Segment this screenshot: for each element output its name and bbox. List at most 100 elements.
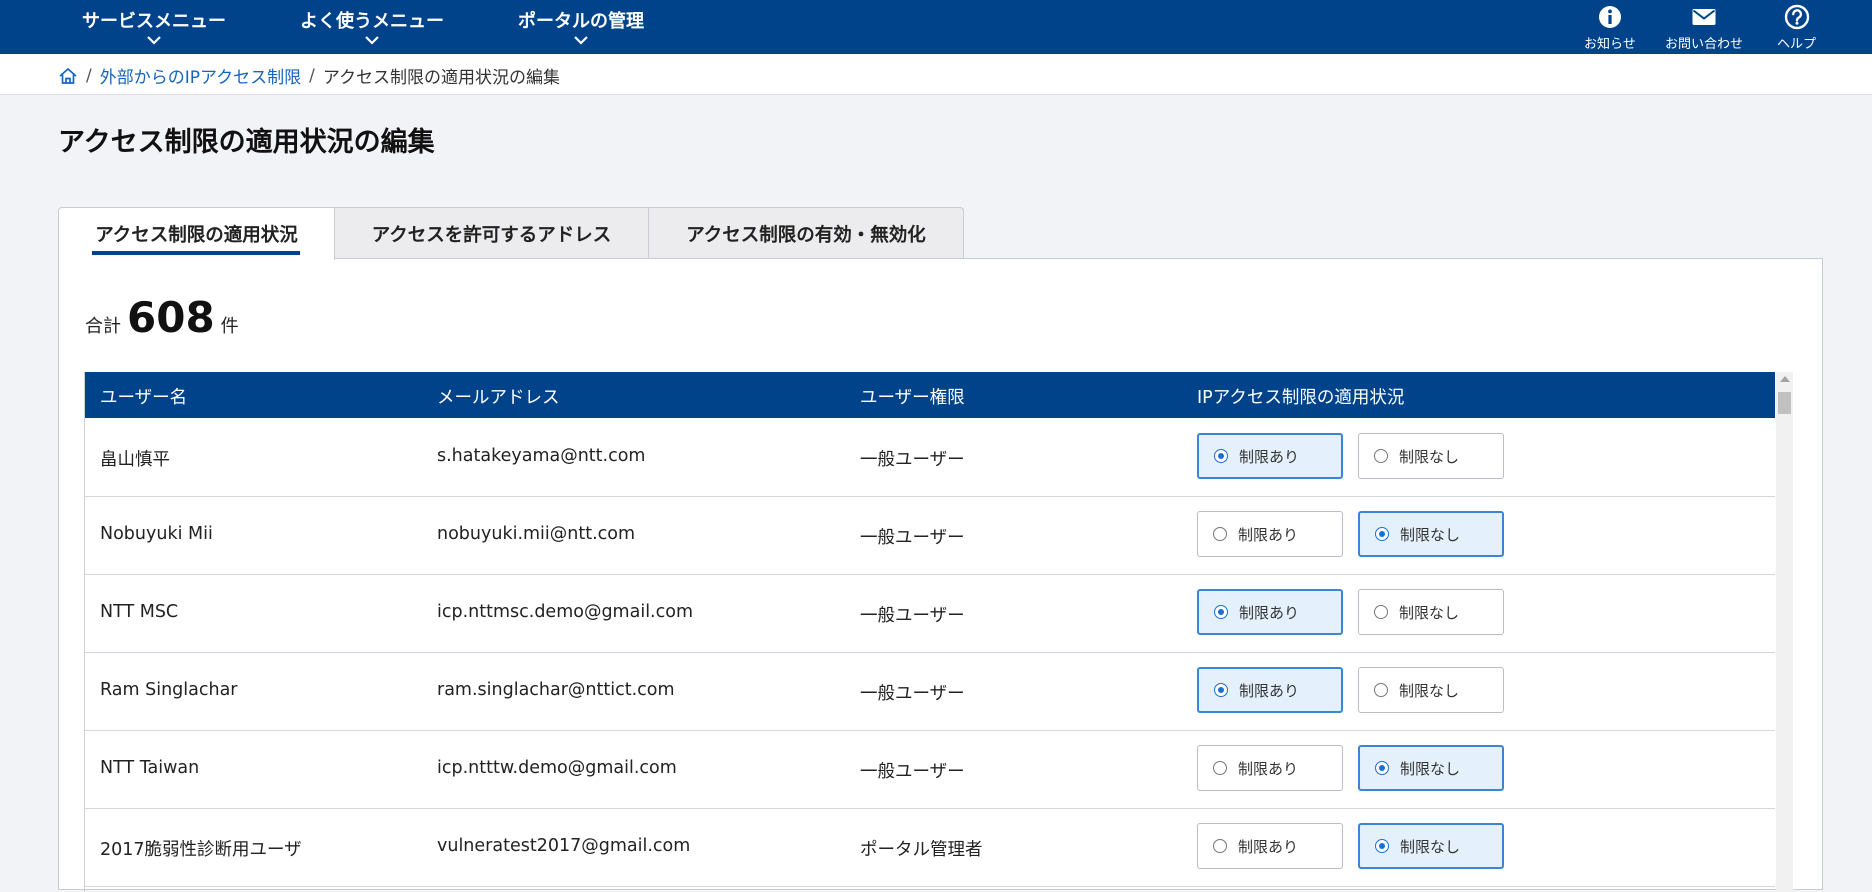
unrestricted-option[interactable]: 制限なし	[1358, 511, 1504, 557]
radio-button-icon[interactable]	[1213, 839, 1227, 853]
service-menu-label: サービスメニュー	[82, 11, 226, 32]
radio-button-icon[interactable]	[1375, 527, 1389, 541]
unrestricted-option[interactable]: 制限なし	[1358, 433, 1504, 479]
cell-email: icp.nttmsc.demo@gmail.com	[437, 602, 693, 622]
cell-username: Ram Singlachar	[100, 680, 238, 700]
cell-username: Nobuyuki Mii	[100, 524, 213, 544]
radio-button-icon[interactable]	[1213, 761, 1227, 775]
tab-application-status[interactable]: アクセス制限の適用状況	[58, 207, 335, 260]
help-button[interactable]: ヘルプ	[1777, 4, 1816, 52]
cell-role: 一般ユーザー	[860, 528, 965, 548]
restricted-option-label: 制限あり	[1239, 603, 1300, 622]
unrestricted-option[interactable]: 制限なし	[1358, 667, 1504, 713]
unrestricted-option[interactable]: 制限なし	[1358, 745, 1504, 791]
notice-button[interactable]: お知らせ	[1584, 4, 1636, 52]
service-menu[interactable]: サービスメニュー	[82, 0, 226, 54]
table-row: 畠山慎平 s.hatakeyama@ntt.com 一般ユーザー 制限あり 制限なし	[85, 418, 1775, 497]
cell-role: 一般ユーザー	[860, 684, 965, 704]
contact-button[interactable]: お問い合わせ	[1665, 4, 1743, 52]
restricted-option-label: 制限あり	[1239, 447, 1300, 466]
restricted-option-label: 制限あり	[1239, 681, 1300, 700]
unrestricted-option-label: 制限なし	[1399, 447, 1460, 466]
cell-username: NTT Taiwan	[100, 758, 200, 778]
portal-admin-menu-label: ポータルの管理	[518, 11, 644, 32]
unrestricted-option[interactable]: 制限なし	[1358, 589, 1504, 635]
radio-button-icon[interactable]	[1374, 449, 1388, 463]
cell-email: vulneratest2017@gmail.com	[437, 836, 691, 856]
table-row: Ram Singlachar ram.singlachar@nttict.com 一…	[85, 652, 1775, 731]
frequent-menu-label: よく使うメニュー	[300, 11, 444, 32]
mail-icon	[1692, 9, 1716, 25]
cell-role: ポータル管理者	[860, 840, 983, 860]
unrestricted-option-label: 制限なし	[1399, 603, 1460, 622]
help-icon	[1784, 4, 1809, 30]
table-scrollbar[interactable]	[1776, 372, 1793, 892]
restricted-option[interactable]: 制限あり	[1197, 745, 1343, 791]
table-row: Nobuyuki Mii nobuyuki.mii@ntt.com 一般ユーザー 制限…	[85, 496, 1775, 575]
cell-username: 2017脆弱性診断用ユーザ	[100, 840, 302, 860]
tab-enable-disable[interactable]: アクセス制限の有効・無効化	[649, 207, 964, 259]
tab-application-status-label: アクセス制限の適用状況	[95, 225, 298, 246]
page-title: アクセス制限の適用状況の編集	[58, 127, 435, 158]
restricted-option[interactable]: 制限あり	[1197, 667, 1343, 713]
table-header: ユーザー名 メールアドレス ユーザー権限 IPアクセス制限の適用状況	[85, 372, 1775, 418]
cell-email: icp.ntttw.demo@gmail.com	[437, 758, 677, 778]
radio-button-icon[interactable]	[1375, 761, 1389, 775]
radio-button-icon[interactable]	[1214, 605, 1228, 619]
portal-admin-menu[interactable]: ポータルの管理	[518, 0, 644, 54]
radio-button-icon[interactable]	[1214, 683, 1228, 697]
info-icon	[1598, 6, 1621, 28]
restricted-option[interactable]: 制限あり	[1197, 589, 1343, 635]
chevron-down-icon	[147, 36, 161, 45]
restricted-option[interactable]: 制限あり	[1197, 433, 1343, 479]
breadcrumb-link-ip-restriction[interactable]: 外部からのIPアクセス制限	[100, 63, 301, 88]
table-row: NTT MSC icp.nttmsc.demo@gmail.com 一般ユーザー 制限…	[85, 574, 1775, 653]
breadcrumb-bar: / 外部からのIPアクセス制限 / アクセス制限の適用状況の編集	[0, 54, 1872, 95]
chevron-down-icon	[574, 36, 588, 45]
contact-label: お問い合わせ	[1665, 37, 1744, 52]
restricted-option-label: 制限あり	[1238, 525, 1299, 544]
cell-email: nobuyuki.mii@ntt.com	[437, 524, 636, 544]
radio-button-icon[interactable]	[1213, 527, 1227, 541]
restricted-option[interactable]: 制限あり	[1197, 823, 1343, 869]
frequent-menu[interactable]: よく使うメニュー	[300, 0, 444, 54]
tab-bar: アクセス制限の適用状況 アクセスを許可するアドレス アクセス制限の有効・無効化	[58, 207, 964, 260]
home-icon[interactable]	[58, 66, 78, 86]
unrestricted-option-label: 制限なし	[1400, 837, 1461, 856]
table-row: 2017脆弱性診断用ユーザ vulneratest2017@gmail.com ポー…	[85, 808, 1775, 887]
radio-button-icon[interactable]	[1214, 449, 1228, 463]
total-suffix: 件	[220, 316, 239, 337]
unrestricted-option-label: 制限なし	[1400, 759, 1461, 778]
content-panel: 合計 608 件 ユーザー名 メールアドレス ユーザー権限 IPアクセス制限の適…	[58, 258, 1823, 892]
tab-allowed-addresses[interactable]: アクセスを許可するアドレス	[335, 207, 649, 259]
breadcrumb: / 外部からのIPアクセス制限 / アクセス制限の適用状況の編集	[58, 63, 560, 88]
breadcrumb-separator: /	[309, 65, 315, 86]
tab-enable-disable-label: アクセス制限の有効・無効化	[686, 224, 926, 246]
restricted-option[interactable]: 制限あり	[1197, 511, 1343, 557]
cell-username: 畠山慎平	[100, 450, 170, 470]
radio-button-icon[interactable]	[1375, 839, 1389, 853]
breadcrumb-current: アクセス制限の適用状況の編集	[322, 68, 561, 88]
scroll-up-arrow[interactable]	[1780, 376, 1790, 382]
unrestricted-option-label: 制限なし	[1399, 681, 1460, 700]
cell-email: s.hatakeyama@ntt.com	[437, 446, 646, 466]
scroll-thumb[interactable]	[1778, 392, 1791, 414]
cell-role: 一般ユーザー	[860, 762, 965, 782]
cell-role: 一般ユーザー	[860, 450, 965, 470]
cell-email: ram.singlachar@nttict.com	[437, 680, 675, 700]
user-table: ユーザー名 メールアドレス ユーザー権限 IPアクセス制限の適用状況 畠山慎平 s…	[84, 372, 1775, 892]
breadcrumb-separator: /	[86, 65, 92, 86]
radio-button-icon[interactable]	[1374, 605, 1388, 619]
total-number: 608	[127, 293, 215, 342]
chevron-down-icon	[365, 36, 379, 45]
top-navigation-bar: サービスメニュー よく使うメニュー ポータルの管理 お知らせ お問い合わせ ヘル…	[0, 0, 1872, 54]
unrestricted-option[interactable]: 制限なし	[1358, 823, 1504, 869]
cell-role: 一般ユーザー	[860, 606, 965, 626]
restricted-option-label: 制限あり	[1238, 837, 1299, 856]
table-row: NTT Taiwan icp.ntttw.demo@gmail.com 一般ユーザー…	[85, 730, 1775, 809]
radio-button-icon[interactable]	[1374, 683, 1388, 697]
header-role: ユーザー権限	[860, 388, 965, 408]
active-tab-indicator	[92, 251, 300, 255]
cell-username: NTT MSC	[100, 602, 179, 622]
total-count: 合計 608 件	[85, 293, 239, 342]
